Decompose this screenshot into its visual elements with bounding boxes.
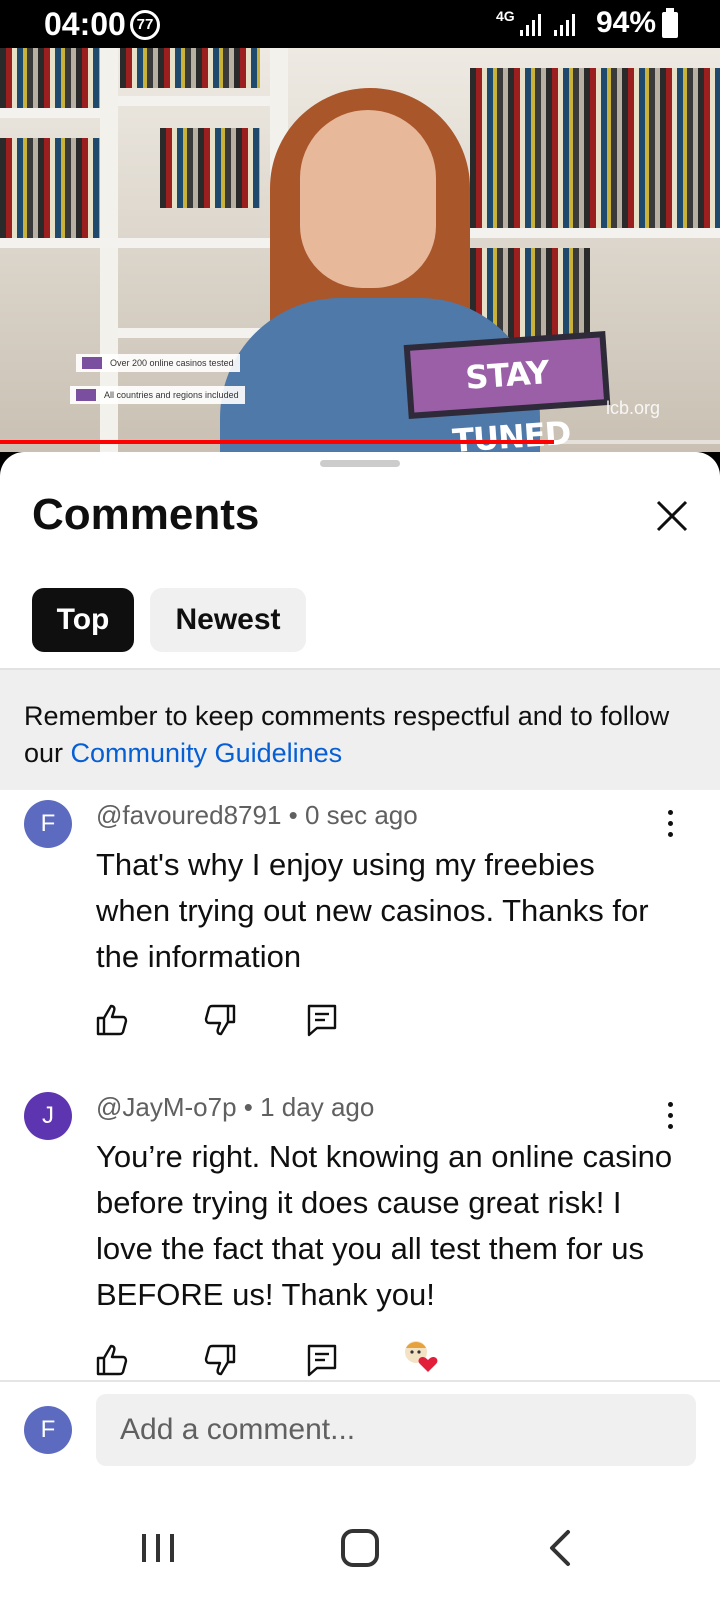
battery-percent: 94% (596, 6, 657, 39)
signal-icon-2 (554, 14, 575, 36)
comment-age: 1 day ago (260, 1092, 375, 1122)
more-vert-icon[interactable] (656, 810, 684, 840)
network-type-icon: 4G (496, 8, 515, 24)
avatar[interactable]: J (24, 1092, 72, 1140)
notification-app-icon: 77 (130, 10, 160, 40)
tab-top[interactable]: Top (32, 588, 134, 652)
creator-heart-icon (405, 1341, 438, 1372)
reply-icon[interactable] (304, 1342, 340, 1378)
shelf (0, 238, 270, 248)
signal-icon (520, 14, 541, 36)
video-watermark: lcb.org (606, 398, 661, 418)
video-caption-2: All countries and regions included (70, 386, 245, 404)
shelf (0, 108, 100, 118)
dislike-icon[interactable] (202, 1342, 238, 1378)
shelf (118, 328, 270, 338)
avatar[interactable]: F (24, 800, 72, 848)
more-vert-icon[interactable] (656, 1102, 684, 1132)
books (160, 128, 260, 208)
books (0, 48, 100, 108)
back-icon[interactable] (538, 1524, 586, 1572)
comment-age: 0 sec ago (304, 800, 418, 830)
video-player[interactable]: Over 200 online casinos tested All count… (0, 48, 720, 452)
shelf (460, 228, 720, 238)
battery-icon (662, 8, 678, 38)
recent-apps-icon[interactable] (134, 1524, 182, 1572)
tab-newest[interactable]: Newest (150, 588, 306, 652)
add-comment-bar: F (0, 1380, 720, 1490)
video-progress-bar[interactable] (0, 440, 720, 444)
comment-text: That's why I enjoy using my freebies whe… (96, 847, 649, 974)
community-guidelines-link[interactable]: Community Guidelines (71, 738, 343, 768)
books (120, 48, 260, 88)
books (470, 68, 720, 228)
add-comment-input[interactable] (96, 1394, 696, 1466)
books (0, 138, 100, 238)
status-bar: 04:00 77 4G 94% (0, 0, 720, 48)
comment-item: F @favoured8791 • 0 sec ago That's why I… (0, 800, 720, 1050)
comment-meta: @JayM-o7p • 1 day ago (96, 1092, 374, 1123)
drag-handle[interactable] (320, 460, 400, 467)
system-nav-bar (0, 1496, 720, 1600)
meta-separator: • (236, 1092, 261, 1122)
avatar: F (24, 1406, 72, 1454)
comment-author[interactable]: @JayM-o7p (96, 1092, 237, 1122)
like-icon[interactable] (94, 1342, 130, 1378)
video-caption-1: Over 200 online casinos tested (76, 354, 240, 372)
video-overlay-title: STAY TUNED (410, 337, 604, 452)
sheet-title: Comments (32, 490, 260, 539)
presenter-face (300, 110, 436, 288)
home-icon[interactable] (336, 1524, 384, 1572)
comment-author[interactable]: @favoured8791 (96, 800, 281, 830)
shelf (118, 96, 270, 106)
status-time: 04:00 (44, 6, 126, 42)
video-progress-fill (0, 440, 555, 444)
comment-item: J @JayM-o7p • 1 day ago You’re right. No… (0, 1092, 720, 1392)
like-icon[interactable] (94, 1002, 130, 1038)
guidelines-notice: Remember to keep comments respectful and… (0, 668, 720, 790)
close-icon[interactable] (646, 490, 698, 542)
reply-icon[interactable] (304, 1002, 340, 1038)
comment-text: You’re right. Not knowing an online casi… (96, 1139, 673, 1312)
dislike-icon[interactable] (202, 1002, 238, 1038)
comments-sheet: Comments Top Newest Remember to keep com… (0, 452, 720, 1496)
comment-meta: @favoured8791 • 0 sec ago (96, 800, 418, 831)
meta-separator: • (281, 800, 305, 830)
